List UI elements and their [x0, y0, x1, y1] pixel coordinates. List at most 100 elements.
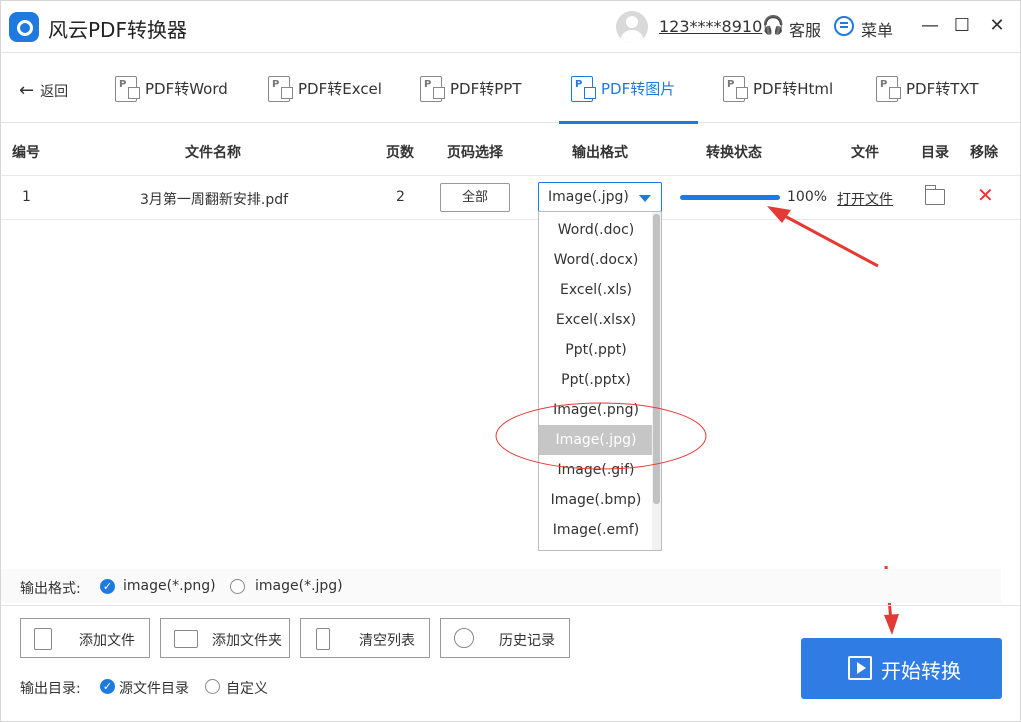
output-dir-label: 输出目录:	[20, 681, 81, 697]
avatar[interactable]	[616, 11, 648, 43]
radio-source-dir-checked-icon[interactable]: ✓	[100, 679, 115, 694]
trash-icon	[316, 628, 330, 650]
folder-icon[interactable]	[924, 185, 945, 205]
format-dropdown-list: Word(.doc) Word(.docx) Excel(.xls) Excel(.x…	[538, 211, 662, 551]
row-index: 1	[22, 189, 31, 205]
clock-icon	[454, 628, 474, 648]
tab-pdf-to-image[interactable]: PDF转图片	[559, 54, 698, 124]
pdf-word-icon	[115, 75, 140, 102]
remove-icon[interactable]: ✕	[977, 185, 994, 205]
back-button[interactable]: ← 返回	[19, 80, 68, 101]
dropdown-option[interactable]: Excel(.xlsx)	[539, 305, 653, 335]
menu-icon[interactable]	[834, 16, 854, 36]
header-file-name: 文件名称	[185, 145, 241, 161]
history-label: 历史记录	[499, 633, 555, 649]
dropdown-option[interactable]: Word(.doc)	[539, 215, 653, 245]
tab-pdf-to-excel[interactable]: PDF转Excel	[268, 54, 382, 123]
pdf-html-icon	[723, 75, 748, 102]
header-index: 编号	[12, 145, 40, 161]
tab-pdf-to-txt[interactable]: PDF转TXT	[876, 54, 979, 123]
tab-pdf-to-word[interactable]: PDF转Word	[115, 54, 228, 123]
dropdown-option[interactable]: Image(.png)	[539, 395, 653, 425]
pdf-ppt-icon	[420, 75, 445, 102]
pdf-image-icon	[571, 75, 596, 102]
dropdown-option[interactable]: Excel(.xls)	[539, 275, 653, 305]
tab-label: PDF转Html	[753, 80, 834, 98]
start-convert-button[interactable]: 开始转换	[801, 638, 1002, 699]
header-page-select: 页码选择	[447, 145, 503, 161]
app-window: 风云PDF转换器 123****8910 🎧 客服 菜单 — ☐ ✕ ← 返回 P…	[0, 0, 1021, 722]
dropdown-option[interactable]: Ppt(.pptx)	[539, 365, 653, 395]
radio-jpg-icon[interactable]	[230, 579, 245, 594]
radio-custom-dir-label[interactable]: 自定义	[226, 678, 268, 698]
add-file-label: 添加文件	[79, 633, 135, 649]
table-header: 编号 文件名称 页数 页码选择 输出格式 转换状态 文件 目录 移除	[1, 124, 1020, 176]
dropdown-option[interactable]: Word(.docx)	[539, 245, 653, 275]
user-account-link[interactable]: 123****8910	[659, 17, 762, 36]
radio-png-checked-icon[interactable]: ✓	[100, 579, 115, 594]
header-status: 转换状态	[706, 145, 762, 161]
tab-label: PDF转图片	[601, 80, 676, 98]
dropdown-option[interactable]: Image(.bmp)	[539, 485, 653, 515]
annotation-arrow-progress	[780, 212, 879, 268]
progress-text: 100%	[787, 189, 828, 205]
pdf-txt-icon	[876, 75, 901, 102]
pdf-excel-icon	[268, 75, 293, 102]
bottom-panel: 添加文件 添加文件夹 清空列表 历史记录 输出目录: ✓ 源文件目录 自定义 开…	[1, 605, 1020, 722]
clear-list-label: 清空列表	[359, 633, 415, 649]
open-file-link[interactable]: 打开文件	[837, 189, 893, 209]
dropdown-scrollbar[interactable]	[652, 212, 661, 550]
header-pages: 页数	[386, 145, 414, 161]
output-format-select[interactable]: Image(.jpg)	[538, 182, 662, 212]
radio-jpg-label[interactable]: image(*.jpg)	[255, 578, 343, 594]
start-convert-label: 开始转换	[881, 659, 961, 683]
customer-service-button[interactable]: 客服	[789, 17, 821, 41]
header-file: 文件	[851, 145, 879, 161]
tab-label: PDF转TXT	[906, 80, 979, 98]
add-folder-icon	[174, 630, 198, 648]
output-format-value: Image(.jpg)	[548, 189, 629, 205]
add-file-icon	[34, 628, 52, 650]
back-label: 返回	[40, 84, 69, 100]
chevron-down-icon	[639, 195, 651, 202]
header-remove: 移除	[970, 145, 998, 161]
close-button[interactable]: ✕	[986, 15, 1008, 37]
menu-button[interactable]: 菜单	[861, 17, 893, 41]
row-file-name: 3月第一周翻新安排.pdf	[140, 192, 289, 208]
app-logo-icon	[9, 12, 39, 42]
arrow-left-icon: ←	[19, 80, 35, 101]
header-output-format: 输出格式	[572, 145, 628, 161]
history-button[interactable]: 历史记录	[440, 618, 570, 658]
output-format-bar: 输出格式: ✓ image(*.png) image(*.jpg)	[1, 569, 1001, 603]
page-select-button[interactable]: 全部	[440, 183, 510, 212]
headset-icon[interactable]: 🎧	[762, 17, 784, 37]
add-file-button[interactable]: 添加文件	[20, 618, 150, 658]
radio-png-label[interactable]: image(*.png)	[123, 578, 216, 594]
progress-bar	[680, 195, 780, 200]
play-icon	[848, 656, 872, 680]
add-folder-label: 添加文件夹	[212, 633, 282, 649]
dropdown-option[interactable]: Ppt(.ppt)	[539, 335, 653, 365]
minimize-button[interactable]: —	[919, 15, 941, 37]
tab-label: PDF转PPT	[450, 80, 522, 98]
dropdown-option[interactable]: Image(.gif)	[539, 455, 653, 485]
tab-label: PDF转Excel	[298, 80, 382, 98]
maximize-button[interactable]: ☐	[951, 15, 973, 37]
header-directory: 目录	[921, 145, 949, 161]
tab-pdf-to-html[interactable]: PDF转Html	[723, 54, 833, 123]
radio-custom-dir-icon[interactable]	[205, 679, 220, 694]
radio-source-dir-label[interactable]: 源文件目录	[119, 678, 189, 698]
progress-fill	[680, 195, 780, 200]
tab-pdf-to-ppt[interactable]: PDF转PPT	[420, 54, 521, 123]
dropdown-option[interactable]: Image(.emf)	[539, 515, 653, 545]
app-title: 风云PDF转换器	[48, 18, 187, 42]
title-bar: 风云PDF转换器 123****8910 🎧 客服 菜单 — ☐ ✕	[1, 1, 1020, 53]
row-pages: 2	[396, 189, 405, 205]
scrollbar-thumb[interactable]	[653, 214, 660, 504]
conversion-tab-bar: ← 返回 PDF转Word PDF转Excel PDF转PPT PDF转图片 PD…	[1, 54, 1020, 124]
dropdown-option[interactable]: Image(.jpg)	[539, 425, 653, 455]
clear-list-button[interactable]: 清空列表	[300, 618, 430, 658]
output-format-label: 输出格式:	[20, 581, 81, 597]
add-folder-button[interactable]: 添加文件夹	[160, 618, 290, 658]
table-row: 1 3月第一周翻新安排.pdf 2 全部 Image(.jpg) 100% 打开…	[1, 176, 1020, 220]
